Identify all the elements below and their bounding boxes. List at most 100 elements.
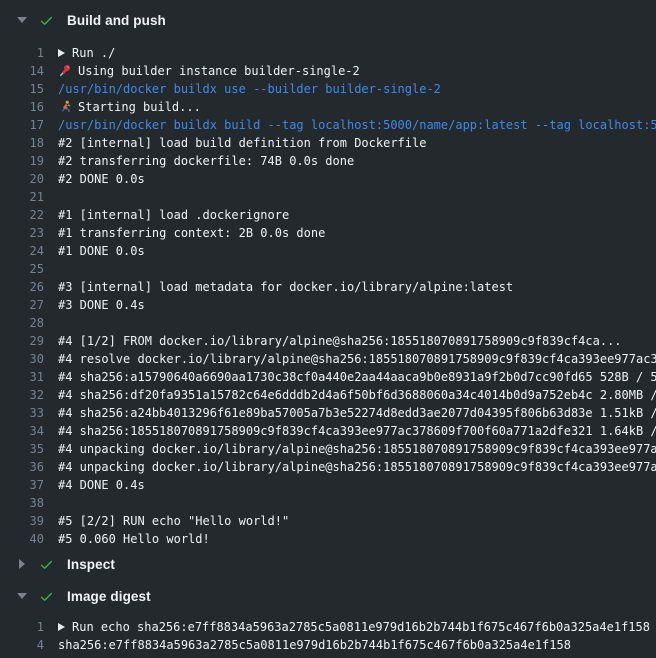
line-number[interactable]: 30 (0, 350, 44, 368)
log-line: 29 #4 [1/2] FROM docker.io/library/alpine… (0, 332, 656, 350)
section-header-image-digest[interactable]: Image digest (0, 584, 656, 608)
log-line: 31 #4 sha256:a15790640a6690aa1730c38cf0a4… (0, 368, 656, 386)
line-message: #3 DONE 0.4s (58, 296, 145, 314)
line-message: Using builder instance builder-single-2 (78, 62, 360, 80)
line-number[interactable]: 26 (0, 278, 44, 296)
line-message: #4 unpacking docker.io/library/alpine@sh… (58, 458, 656, 476)
line-message: #4 DONE 0.4s (58, 476, 145, 494)
line-number[interactable]: 16 (0, 98, 44, 116)
line-number[interactable]: 36 (0, 458, 44, 476)
line-number[interactable]: 33 (0, 404, 44, 422)
line-message: #2 DONE 0.0s (58, 170, 145, 188)
runner-icon (58, 100, 73, 115)
line-number[interactable]: 24 (0, 242, 44, 260)
log-line: 32 #4 sha256:df20fa9351a15782c64e6dddb2d4… (0, 386, 656, 404)
line-number[interactable]: 21 (0, 188, 44, 206)
log-sections: Build and push1Run ./14Using builder ins… (0, 8, 656, 654)
log-line: 34 #4 sha256:185518070891758909c9f839cf4c… (0, 422, 656, 440)
line-number[interactable]: 22 (0, 206, 44, 224)
line-text (58, 494, 656, 512)
expand-group-icon[interactable] (58, 49, 65, 57)
line-message: #3 [internal] load metadata for docker.i… (58, 278, 513, 296)
line-number[interactable]: 27 (0, 296, 44, 314)
section-header-build-and-push[interactable]: Build and push (0, 8, 656, 32)
section-logs: 1 Run echo sha256:e7ff8834a5963a2785c5a08… (0, 618, 656, 654)
log-line: 37 #4 DONE 0.4s (0, 476, 656, 494)
line-number[interactable]: 1 (0, 618, 44, 636)
log-line: 22 #1 [internal] load .dockerignore (0, 206, 656, 224)
log-line: 39 #5 [2/2] RUN echo "Hello world!" (0, 512, 656, 530)
line-number[interactable]: 40 (0, 530, 44, 548)
section-title: Inspect (67, 557, 115, 572)
line-text: Using builder instance builder-single-2 (58, 62, 656, 80)
line-text: Run ./ (58, 44, 656, 62)
line-number[interactable]: 25 (0, 260, 44, 278)
log-line: 27 #3 DONE 0.4s (0, 296, 656, 314)
line-number[interactable]: 28 (0, 314, 44, 332)
line-text (58, 260, 656, 278)
log-line: 35 #4 unpacking docker.io/library/alpine@… (0, 440, 656, 458)
line-message: Run echo sha256:e7ff8834a5963a2785c5a081… (72, 618, 650, 636)
log-line: 25 (0, 260, 656, 278)
line-message: #1 [internal] load .dockerignore (58, 206, 289, 224)
log-line: 36 #4 unpacking docker.io/library/alpine@… (0, 458, 656, 476)
line-text: /usr/bin/docker buildx build --tag local… (58, 116, 656, 134)
line-number[interactable]: 4 (0, 636, 44, 654)
line-number[interactable]: 34 (0, 422, 44, 440)
line-message: #2 [internal] load build definition from… (58, 134, 426, 152)
line-number[interactable]: 19 (0, 152, 44, 170)
line-text: #4 sha256:185518070891758909c9f839cf4ca3… (58, 422, 656, 440)
section-header-inspect[interactable]: Inspect (0, 552, 656, 576)
line-number[interactable]: 29 (0, 332, 44, 350)
line-number[interactable]: 39 (0, 512, 44, 530)
line-number[interactable]: 14 (0, 62, 44, 80)
section-title: Image digest (67, 589, 151, 604)
chevron-down-icon (17, 593, 27, 599)
log-line: 33 #4 sha256:a24bb4013296f61e89ba57005a7b… (0, 404, 656, 422)
expand-group-icon[interactable] (58, 623, 65, 631)
actions-log-viewer: Build and push1Run ./14Using builder ins… (0, 0, 656, 654)
line-text: #4 sha256:a24bb4013296f61e89ba57005a7b3e… (58, 404, 656, 422)
line-message: #4 resolve docker.io/library/alpine@sha2… (58, 350, 656, 368)
line-text: #4 sha256:a15790640a6690aa1730c38cf0a440… (58, 368, 656, 386)
log-line: 30 #4 resolve docker.io/library/alpine@sh… (0, 350, 656, 368)
line-message: #2 transferring dockerfile: 74B 0.0s don… (58, 152, 354, 170)
line-message: #4 sha256:185518070891758909c9f839cf4ca3… (58, 422, 656, 440)
line-text: #1 DONE 0.0s (58, 242, 656, 260)
line-message: #5 [2/2] RUN echo "Hello world!" (58, 512, 289, 530)
line-number[interactable]: 38 (0, 494, 44, 512)
section-logs: 1 Run ./ 14 Using builder instance builder-… (0, 44, 656, 548)
line-number[interactable]: 20 (0, 170, 44, 188)
line-number[interactable]: 18 (0, 134, 44, 152)
line-text: #2 [internal] load build definition from… (58, 134, 656, 152)
pushpin-icon (58, 64, 73, 79)
line-number[interactable]: 1 (0, 44, 44, 62)
line-message: #4 [1/2] FROM docker.io/library/alpine@s… (58, 332, 622, 350)
check-icon (39, 588, 55, 604)
log-line: 23 #1 transferring context: 2B 0.0s done (0, 224, 656, 242)
line-message: #4 sha256:a24bb4013296f61e89ba57005a7b3e… (58, 404, 656, 422)
line-number[interactable]: 23 (0, 224, 44, 242)
line-text: #4 sha256:df20fa9351a15782c64e6dddb2d4a6… (58, 386, 656, 404)
line-number[interactable]: 17 (0, 116, 44, 134)
log-line: 1 Run ./ (0, 44, 656, 62)
log-line: 16Starting build... (0, 98, 656, 116)
line-number[interactable]: 31 (0, 368, 44, 386)
line-message: #1 DONE 0.0s (58, 242, 145, 260)
line-message: Run ./ (72, 44, 115, 62)
line-message: /usr/bin/docker buildx build --tag local… (58, 116, 656, 134)
log-line: 20 #2 DONE 0.0s (0, 170, 656, 188)
line-number[interactable]: 37 (0, 476, 44, 494)
log-line: 19 #2 transferring dockerfile: 74B 0.0s d… (0, 152, 656, 170)
log-line: 26 #3 [internal] load metadata for docker… (0, 278, 656, 296)
line-number[interactable]: 15 (0, 80, 44, 98)
line-number[interactable]: 35 (0, 440, 44, 458)
log-line: 1 Run echo sha256:e7ff8834a5963a2785c5a08… (0, 618, 656, 636)
line-number[interactable]: 32 (0, 386, 44, 404)
line-text: /usr/bin/docker buildx use --builder bui… (58, 80, 656, 98)
log-line: 18 #2 [internal] load build definition fr… (0, 134, 656, 152)
line-text: sha256:e7ff8834a5963a2785c5a0811e979d16b… (58, 636, 656, 654)
line-text: #1 transferring context: 2B 0.0s done (58, 224, 656, 242)
line-text (58, 188, 656, 206)
line-message: #4 unpacking docker.io/library/alpine@sh… (58, 440, 656, 458)
